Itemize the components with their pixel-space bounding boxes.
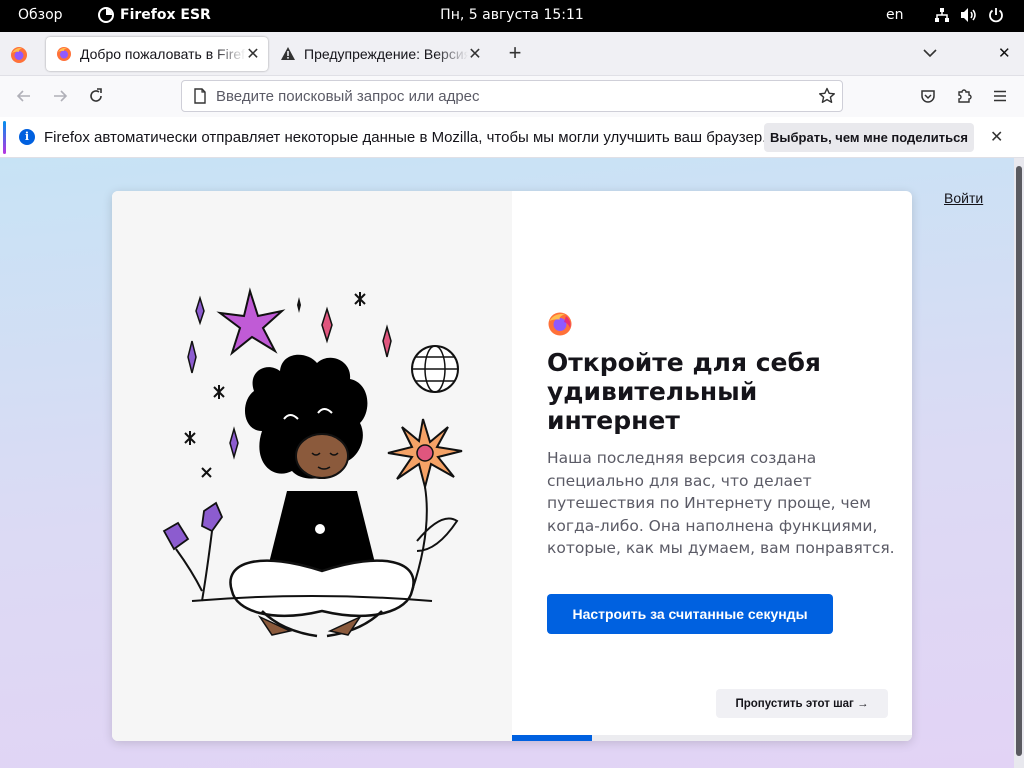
page-icon <box>194 88 206 104</box>
pocket-icon <box>921 90 935 103</box>
window-close-button[interactable]: ✕ <box>998 44 1011 62</box>
firefox-view-button[interactable] <box>10 46 28 64</box>
firefox-view-icon <box>11 47 27 63</box>
progress-fill <box>512 735 592 741</box>
tab-strip: Добро пожаловать в Firefox ✕ Предупрежде… <box>0 32 1024 76</box>
system-top-bar: Обзор Firefox ESR Пн, 5 августа 15:11 en <box>0 0 1024 32</box>
navigation-toolbar <box>0 76 1024 117</box>
tab-close-button[interactable]: ✕ <box>468 44 482 64</box>
tab-title: Предупреждение: Версия <box>304 46 468 62</box>
pocket-button[interactable] <box>916 84 940 108</box>
tab-title: Добро пожаловать в Firefox <box>80 46 246 62</box>
puzzle-icon <box>958 89 972 103</box>
forward-button[interactable] <box>48 84 72 108</box>
setup-primary-button[interactable]: Настроить за считанные секунды <box>547 594 833 634</box>
notification-accent-stripe <box>3 121 6 154</box>
firefox-icon <box>57 47 71 61</box>
system-tray[interactable] <box>934 7 1004 23</box>
illustration-panel <box>112 191 512 741</box>
person-with-laptop-illustration <box>162 287 463 638</box>
tab-close-button[interactable]: ✕ <box>246 44 260 64</box>
network-icon <box>935 8 949 22</box>
address-bar[interactable] <box>181 80 843 112</box>
firefox-app-icon <box>98 7 114 23</box>
hamburger-menu-icon <box>994 90 1006 102</box>
chevron-down-icon <box>923 49 937 58</box>
onboarding-card: Откройте для себя удивительный интернет … <box>112 191 912 741</box>
reload-button[interactable] <box>84 84 108 108</box>
firefox-logo-icon <box>548 312 572 336</box>
reload-icon <box>90 88 102 102</box>
url-input[interactable] <box>216 87 818 105</box>
warning-icon <box>281 47 295 60</box>
activities-button[interactable]: Обзор <box>18 7 63 23</box>
clock[interactable]: Пн, 5 августа 15:11 <box>440 7 584 23</box>
notification-message: Firefox автоматически отправляет некотор… <box>44 129 767 146</box>
page-scrollbar[interactable] <box>1014 158 1024 768</box>
tab-welcome[interactable]: Добро пожаловать в Firefox ✕ <box>46 37 268 71</box>
info-icon: i <box>19 129 35 145</box>
sign-in-link[interactable]: Войти <box>944 190 983 206</box>
page-content: Войти Откройте для себя удивительный инт… <box>0 158 1014 768</box>
skip-step-button[interactable]: Пропустить этот шаг → <box>716 689 888 718</box>
page-description: Наша последняя версия создана специально… <box>547 449 895 557</box>
scrollbar-thumb[interactable] <box>1016 166 1022 756</box>
volume-icon <box>961 8 976 22</box>
back-button[interactable] <box>12 84 36 108</box>
power-icon <box>989 8 1003 23</box>
onboarding-text-panel: Откройте для себя удивительный интернет … <box>512 191 912 741</box>
onboarding-progress-bar <box>512 735 912 741</box>
app-name: Firefox ESR <box>120 7 211 23</box>
arrow-left-icon <box>16 90 30 102</box>
notification-close-button[interactable]: ✕ <box>990 127 1003 147</box>
arrow-right-icon <box>54 90 68 102</box>
new-tab-button[interactable]: + <box>504 42 526 64</box>
choose-data-button[interactable]: Выбрать, чем мне поделиться <box>764 123 974 152</box>
app-menu-button[interactable] <box>988 84 1012 108</box>
bookmark-star-icon[interactable] <box>818 87 836 105</box>
list-all-tabs-button[interactable] <box>922 45 938 66</box>
keyboard-layout-indicator[interactable]: en <box>886 7 904 23</box>
app-menu[interactable]: Firefox ESR <box>98 7 211 23</box>
extensions-button[interactable] <box>952 84 976 108</box>
tab-warning[interactable]: Предупреждение: Версия ✕ <box>272 37 490 71</box>
data-reporting-notification: i Firefox автоматически отправляет некот… <box>0 117 1024 158</box>
page-heading: Откройте для себя удивительный интернет <box>547 348 821 435</box>
